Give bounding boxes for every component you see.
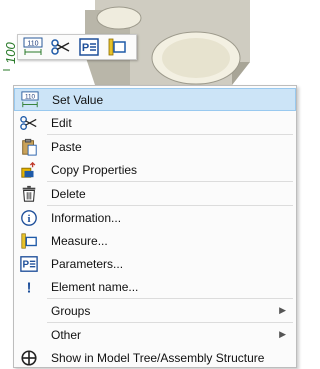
- set-value-toolbar-button[interactable]: 110: [22, 36, 44, 58]
- measure-toolbar-button[interactable]: [106, 36, 128, 58]
- edit-toolbar-button[interactable]: [50, 36, 72, 58]
- svg-text:110: 110: [25, 93, 36, 100]
- locate-icon: [20, 349, 38, 367]
- menu-item-label: Set Value: [52, 92, 104, 107]
- measure-icon: [20, 232, 38, 250]
- menu-item-label: Delete: [51, 186, 86, 201]
- menu-item-label: Element name...: [51, 279, 139, 294]
- menu-item-label: Paste: [51, 139, 82, 154]
- menu-item-label: Measure...: [51, 233, 108, 248]
- menu-item-parameters[interactable]: P Parameters...: [14, 252, 296, 275]
- menu-item-delete[interactable]: Delete: [14, 182, 296, 205]
- parameters-icon: P: [79, 38, 99, 56]
- mini-toolbar: 110 P: [17, 34, 137, 60]
- parameters-toolbar-button[interactable]: P: [78, 36, 100, 58]
- menu-item-set-value[interactable]: 110 Set Value: [14, 88, 296, 111]
- menu-item-copy-properties[interactable]: Copy Properties: [14, 158, 296, 181]
- svg-text:P: P: [82, 42, 89, 54]
- measure-icon: [108, 38, 126, 56]
- menu-item-edit[interactable]: Edit: [14, 111, 296, 134]
- parameters-icon: P: [20, 255, 38, 273]
- info-icon: i: [20, 209, 38, 227]
- dimension-value-icon: 110: [21, 90, 39, 109]
- menu-item-label: Show in Model Tree/Assembly Structure: [51, 350, 265, 365]
- trash-icon: [20, 185, 38, 203]
- scissors-icon: [20, 114, 38, 132]
- paste-icon: [20, 138, 38, 156]
- submenu-arrow-icon: ▶: [279, 305, 286, 315]
- menu-item-label: Information...: [51, 210, 122, 225]
- svg-text:P: P: [23, 259, 30, 270]
- svg-text:i: i: [28, 213, 31, 225]
- submenu-arrow-icon: ▶: [279, 329, 286, 339]
- menu-item-other[interactable]: Other ▶: [14, 323, 296, 346]
- menu-item-label: Other: [51, 327, 82, 342]
- menu-item-label: Copy Properties: [51, 162, 138, 177]
- menu-item-paste[interactable]: Paste: [14, 135, 296, 158]
- menu-item-groups[interactable]: Groups ▶: [14, 299, 296, 322]
- svg-text:110: 110: [27, 41, 38, 48]
- menu-item-label: Edit: [51, 115, 72, 130]
- menu-item-label: Parameters...: [51, 256, 124, 271]
- scissors-icon: [51, 39, 70, 55]
- dimension-label: 100: [3, 42, 18, 64]
- copy-properties-icon: [20, 161, 38, 179]
- menu-item-show-in-model-tree[interactable]: Show in Model Tree/Assembly Structure: [14, 346, 296, 369]
- dimension-value-icon: 110: [23, 37, 43, 55]
- exclamation-icon: !: [20, 278, 38, 296]
- context-menu: 110 Set Value Edit Paste Copy Properties…: [13, 85, 297, 368]
- menu-item-measure[interactable]: Measure...: [14, 229, 296, 252]
- menu-item-label: Groups: [51, 303, 91, 318]
- svg-text:!: !: [27, 280, 32, 296]
- menu-item-information[interactable]: i Information...: [14, 206, 296, 229]
- menu-item-element-name[interactable]: ! Element name...: [14, 275, 296, 298]
